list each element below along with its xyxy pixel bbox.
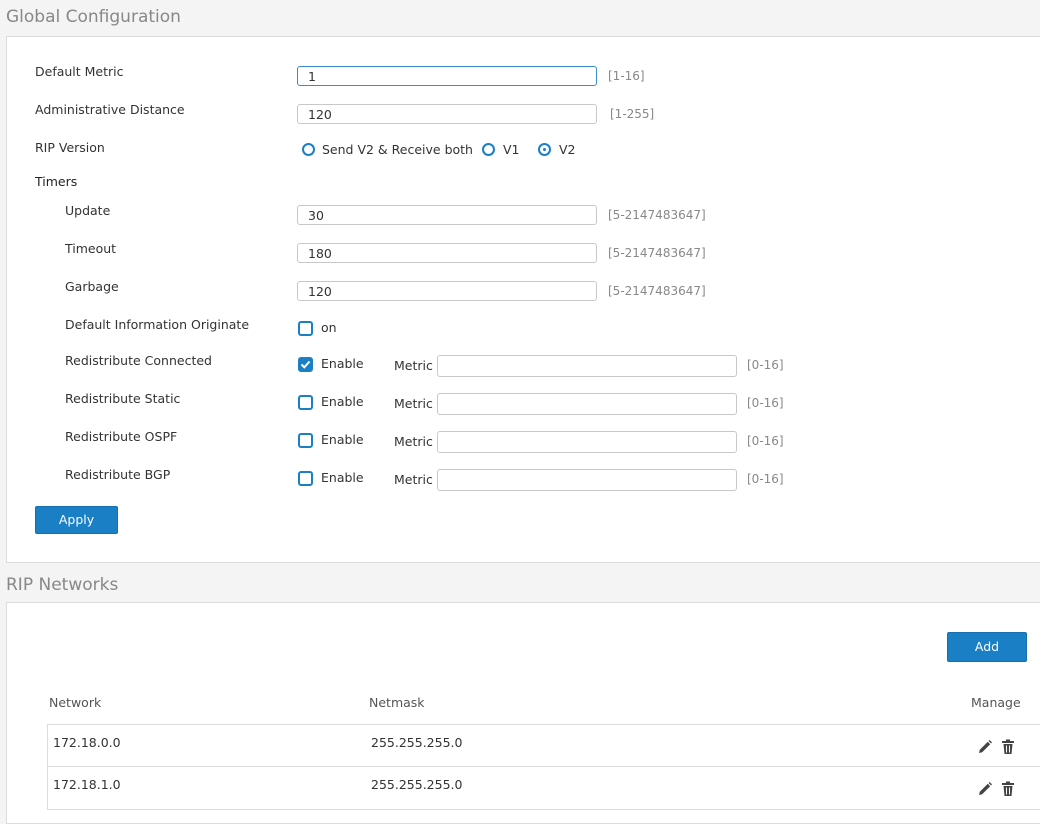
column-netmask[interactable]: Netmask (369, 695, 425, 710)
garbage-range: [5-2147483647] (608, 284, 706, 298)
timeout-input[interactable]: 180 (297, 243, 597, 263)
default-metric-range: [1-16] (608, 69, 645, 83)
redistribute-ospf-metric-input[interactable] (437, 431, 737, 453)
admin-distance-input[interactable]: 120 (297, 104, 597, 124)
checkmark-icon (300, 360, 311, 369)
redistribute-connected-metric-input[interactable] (437, 355, 737, 377)
redistribute-connected-enable-label: Enable (321, 356, 364, 371)
redistribute-bgp-enable-label: Enable (321, 470, 364, 485)
timeout-range: [5-2147483647] (608, 246, 706, 260)
redistribute-connected-label: Redistribute Connected (65, 353, 212, 368)
radio-v2-label: V2 (559, 142, 576, 157)
radio-v1-label: V1 (503, 142, 520, 157)
timeout-label: Timeout (65, 241, 117, 256)
default-info-originate-label: Default Information Originate (65, 317, 250, 332)
default-metric-label: Default Metric (35, 64, 124, 79)
radio-send-v2-receive-both-label: Send V2 & Receive both (322, 142, 473, 157)
redistribute-connected-metric-label: Metric (394, 358, 433, 373)
redistribute-ospf-label: Redistribute OSPF (65, 429, 178, 444)
row-network: 172.18.1.0 (53, 777, 121, 792)
edit-pencil-icon[interactable] (977, 739, 993, 755)
row-network: 172.18.0.0 (53, 735, 121, 750)
column-network[interactable]: Network (49, 695, 101, 710)
update-range: [5-2147483647] (608, 208, 706, 222)
trash-icon[interactable] (1001, 739, 1015, 755)
redistribute-ospf-range: [0-16] (747, 434, 784, 448)
admin-distance-range: [1-255] (610, 107, 655, 121)
update-input[interactable]: 30 (297, 205, 597, 225)
admin-distance-label: Administrative Distance (35, 102, 185, 117)
garbage-input[interactable]: 120 (297, 281, 597, 301)
default-metric-input[interactable]: 1 (297, 66, 597, 86)
add-network-button[interactable]: Add (947, 632, 1027, 662)
column-manage: Manage (971, 695, 1021, 710)
redistribute-connected-range: [0-16] (747, 358, 784, 372)
redistribute-bgp-checkbox[interactable] (298, 471, 313, 486)
global-config-title: Global Configuration (6, 7, 181, 27)
default-info-originate-on-label: on (321, 320, 337, 335)
redistribute-bgp-range: [0-16] (747, 472, 784, 486)
radio-send-v2-receive-both[interactable] (302, 143, 315, 156)
row-netmask: 255.255.255.0 (371, 735, 463, 750)
rip-version-label: RIP Version (35, 140, 105, 155)
global-config-panel: Default Metric 1 [1-16] Administrative D… (6, 36, 1040, 563)
redistribute-connected-checkbox[interactable] (298, 357, 313, 372)
garbage-label: Garbage (65, 279, 119, 294)
rip-networks-title: RIP Networks (6, 575, 119, 595)
redistribute-static-checkbox[interactable] (298, 395, 313, 410)
update-label: Update (65, 203, 111, 218)
redistribute-static-label: Redistribute Static (65, 391, 181, 406)
redistribute-static-enable-label: Enable (321, 394, 364, 409)
trash-icon[interactable] (1001, 781, 1015, 797)
edit-pencil-icon[interactable] (977, 781, 993, 797)
radio-v1[interactable] (482, 143, 495, 156)
redistribute-bgp-metric-label: Metric (394, 472, 433, 487)
redistribute-static-metric-label: Metric (394, 396, 433, 411)
redistribute-bgp-metric-input[interactable] (437, 469, 737, 491)
apply-button[interactable]: Apply (35, 506, 118, 534)
rip-networks-panel: Add Network Netmask Manage 172.18.0.0 25… (6, 602, 1040, 824)
table-row: 172.18.1.0 255.255.255.0 (47, 767, 1040, 810)
radio-v2[interactable] (538, 143, 551, 156)
table-row: 172.18.0.0 255.255.255.0 (47, 724, 1040, 767)
redistribute-ospf-enable-label: Enable (321, 432, 364, 447)
redistribute-static-metric-input[interactable] (437, 393, 737, 415)
row-netmask: 255.255.255.0 (371, 777, 463, 792)
redistribute-ospf-metric-label: Metric (394, 434, 433, 449)
redistribute-bgp-label: Redistribute BGP (65, 467, 171, 482)
redistribute-static-range: [0-16] (747, 396, 784, 410)
redistribute-ospf-checkbox[interactable] (298, 433, 313, 448)
default-info-originate-checkbox[interactable] (298, 321, 313, 336)
timers-heading: Timers (35, 174, 78, 189)
